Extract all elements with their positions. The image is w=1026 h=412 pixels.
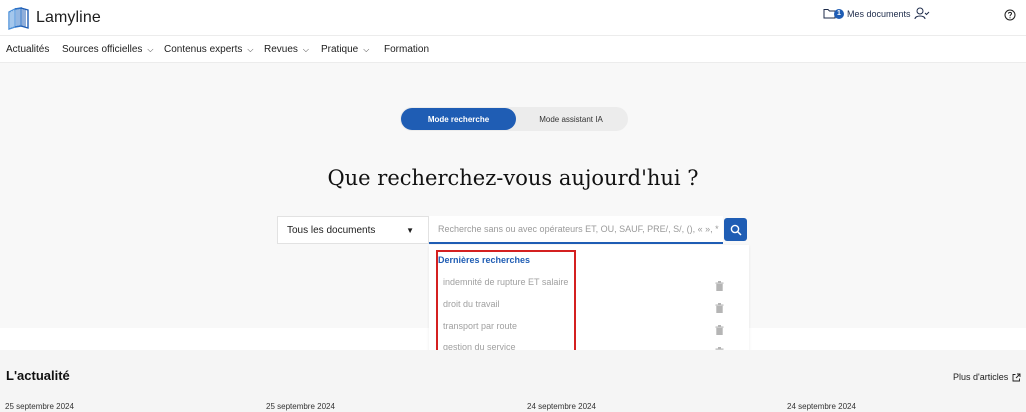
nav-item-sources-officielles[interactable]: Sources officielles ⌵ [62, 44, 154, 55]
nav-item-formation[interactable]: Formation [384, 44, 429, 55]
delete-search-button[interactable] [715, 300, 724, 318]
recent-search-item[interactable]: transport par route [443, 321, 517, 331]
chevron-down-icon: ⌵ [247, 44, 254, 54]
nav-item-label: Contenus experts [164, 44, 243, 55]
logo[interactable]: Lamyline [6, 6, 101, 30]
search-button[interactable] [724, 218, 747, 241]
delete-search-button[interactable] [715, 322, 724, 340]
chevron-down-icon: ⌵ [147, 44, 154, 54]
trash-icon [715, 325, 724, 335]
news-title: L'actualité [6, 368, 70, 383]
nav-item-contenus-experts[interactable]: Contenus experts ⌵ [164, 44, 253, 55]
top-bar: Lamyline 1 Mes documents [0, 0, 1026, 36]
help-button[interactable] [1004, 8, 1016, 26]
nav-item-revues[interactable]: Revues ⌵ [264, 44, 309, 55]
search-headline: Que recherchez-vous aujourd'hui ? [327, 166, 699, 190]
trash-icon [715, 281, 724, 291]
lamyline-logo-icon [8, 7, 29, 30]
news-date: 24 septembre 2024 [527, 402, 596, 411]
more-articles-label: Plus d'articles [953, 372, 1009, 382]
my-documents-link[interactable]: 1 Mes documents [823, 8, 911, 19]
help-icon [1004, 9, 1016, 21]
mode-recherche-tab[interactable]: Mode recherche [401, 108, 516, 130]
search-icon [730, 224, 742, 236]
nav-item-label: Formation [384, 44, 430, 55]
recent-searches-title: Dernières recherches [438, 255, 531, 265]
nav-item-label: Pratique [321, 44, 359, 55]
my-documents-label: Mes documents [847, 8, 911, 19]
news-date: 25 septembre 2024 [266, 402, 335, 411]
chevron-down-icon: ⌵ [302, 44, 309, 54]
chevron-down-icon: ⌵ [363, 44, 370, 54]
more-articles-link[interactable]: Plus d'articles [953, 372, 1021, 382]
user-check-icon [914, 7, 930, 20]
nav-item-actualites[interactable]: Actualités [6, 44, 49, 55]
main-navigation: Actualités Sources officielles ⌵ Contenu… [0, 36, 1026, 63]
document-type-value: Tous les documents [287, 224, 376, 236]
nav-item-label: Actualités [6, 44, 50, 55]
trash-icon [715, 303, 724, 313]
nav-item-pratique[interactable]: Pratique ⌵ [321, 44, 369, 55]
news-date: 24 septembre 2024 [787, 402, 856, 411]
documents-count-badge: 1 [834, 8, 844, 19]
search-mode-toggle: Mode recherche Mode assistant IA [400, 107, 628, 131]
news-date: 25 septembre 2024 [5, 402, 74, 411]
nav-item-label: Revues [264, 44, 298, 55]
search-input[interactable] [429, 216, 723, 244]
app-name: Lamyline [36, 9, 101, 26]
nav-item-label: Sources officielles [62, 44, 143, 55]
external-link-icon [1012, 373, 1021, 381]
recent-searches-dropdown: Dernières recherches indemnité de ruptur… [429, 245, 749, 366]
delete-search-button[interactable] [715, 278, 724, 296]
chevron-down-icon: ▼ [406, 226, 414, 235]
news-section [0, 350, 1026, 412]
document-type-select[interactable]: Tous les documents ▼ [277, 216, 429, 244]
user-account-button[interactable] [914, 7, 930, 25]
mode-assistant-ia-tab[interactable]: Mode assistant IA [516, 108, 626, 130]
recent-search-item[interactable]: droit du travail [443, 299, 500, 309]
recent-search-item[interactable]: indemnité de rupture ET salaire [443, 277, 568, 287]
